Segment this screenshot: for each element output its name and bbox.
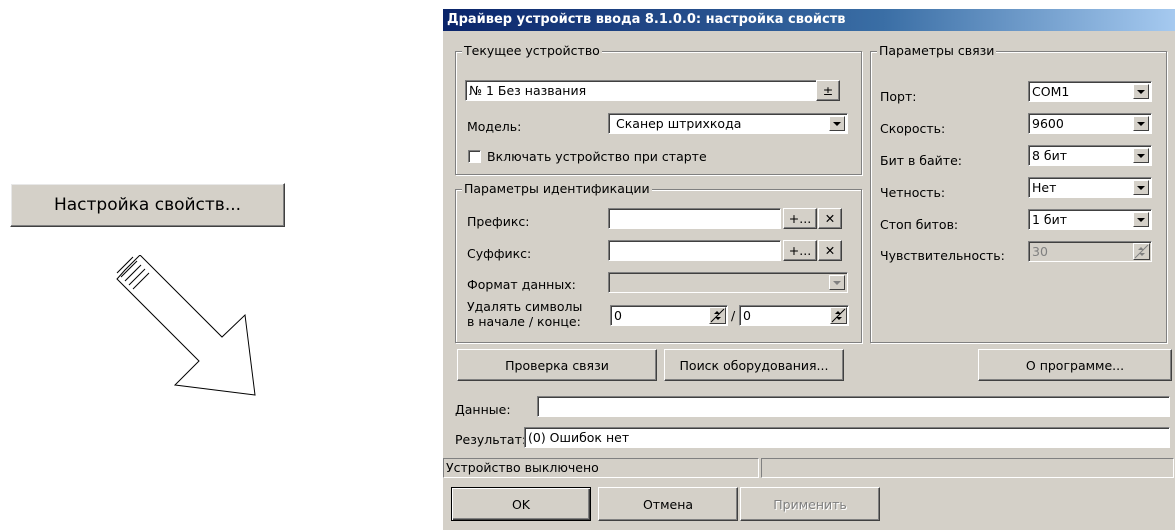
model-select[interactable]: Сканер штрихкода	[608, 113, 848, 134]
port-select[interactable]: COM1	[1028, 81, 1152, 102]
speed-select[interactable]: 9600	[1028, 113, 1152, 134]
speed-label: Скорость:	[880, 121, 946, 136]
bits-select-value: 8 бит	[1032, 148, 1068, 163]
chevron-down-icon[interactable]	[1133, 212, 1149, 227]
spin-updown-icon[interactable]	[830, 307, 847, 324]
stopbits-select[interactable]: 1 бит	[1028, 209, 1152, 230]
parity-label: Четность:	[880, 185, 946, 200]
sensitivity-label: Чувствительность:	[880, 248, 1005, 263]
port-select-value: COM1	[1032, 84, 1070, 99]
strip-separator: /	[731, 308, 736, 323]
status-bar-secondary	[761, 458, 1174, 478]
strip-chars-label-line1: Удалять символы	[467, 299, 583, 314]
spin-updown-icon[interactable]	[1133, 243, 1150, 260]
chevron-down-icon[interactable]	[1133, 180, 1149, 195]
stopbits-label: Стоп битов:	[880, 217, 959, 232]
suffix-label: Суффикс:	[467, 246, 532, 261]
apply-button[interactable]: Применить	[740, 487, 880, 521]
status-text: Устройство выключено	[446, 460, 599, 475]
result-field[interactable]: (0) Ошибок нет	[524, 427, 1170, 448]
search-hardware-button[interactable]: Поиск оборудования...	[664, 349, 844, 381]
strip-chars-label-line2: в начале / конце:	[467, 314, 581, 329]
dialog-title: Драйвер устройств ввода 8.1.0.0: настрой…	[443, 9, 1175, 31]
parity-select-value: Нет	[1032, 180, 1057, 195]
device-select-value: № 1 Без названия	[469, 83, 587, 98]
chevron-down-icon[interactable]	[829, 275, 845, 290]
prefix-input[interactable]	[608, 208, 781, 229]
model-select-value: Сканер штрихкода	[616, 116, 742, 131]
strip-end-value: 0	[743, 308, 751, 323]
model-label: Модель:	[467, 119, 522, 134]
chevron-down-icon[interactable]	[829, 116, 845, 131]
strip-end-spinner[interactable]: 0	[739, 305, 849, 326]
device-select[interactable]: № 1 Без названия	[465, 80, 835, 101]
chevron-down-icon[interactable]	[1133, 148, 1149, 163]
suffix-clear-button[interactable]: ✕	[818, 240, 842, 261]
data-field[interactable]	[537, 396, 1170, 417]
cancel-button[interactable]: Отмена	[598, 487, 738, 521]
sensitivity-value: 30	[1032, 244, 1048, 259]
port-label: Порт:	[880, 89, 917, 104]
add-remove-device-button[interactable]: ±	[816, 80, 840, 101]
big-outline-arrow-down-right-icon	[116, 255, 256, 396]
parity-select[interactable]: Нет	[1028, 177, 1152, 198]
sensitivity-spinner[interactable]: 30	[1028, 241, 1152, 262]
spin-updown-icon[interactable]	[709, 307, 726, 324]
bits-select[interactable]: 8 бит	[1028, 145, 1152, 166]
speed-select-value: 9600	[1032, 116, 1064, 131]
settings-dialog: Драйвер устройств ввода 8.1.0.0: настрой…	[442, 8, 1175, 530]
strip-start-value: 0	[614, 308, 622, 323]
check-connection-button[interactable]: Проверка связи	[457, 349, 657, 381]
status-bar-device: Устройство выключено	[443, 458, 759, 478]
connection-group-title: Параметры связи	[877, 43, 997, 59]
result-label: Результат:	[455, 432, 527, 447]
ok-button[interactable]: OK	[451, 487, 591, 521]
suffix-add-button[interactable]: +...	[783, 240, 817, 261]
identification-group-title: Параметры идентификации	[462, 181, 652, 197]
suffix-input[interactable]	[608, 240, 781, 261]
chevron-down-icon[interactable]	[1133, 84, 1149, 99]
data-format-select[interactable]	[608, 272, 848, 293]
about-button[interactable]: О программе...	[978, 349, 1172, 381]
prefix-label: Префикс:	[467, 214, 530, 229]
strip-start-spinner[interactable]: 0	[610, 305, 728, 326]
prefix-clear-button[interactable]: ✕	[818, 208, 842, 229]
stopbits-select-value: 1 бит	[1032, 212, 1068, 227]
data-label: Данные:	[455, 402, 511, 417]
chevron-down-icon[interactable]	[1133, 116, 1149, 131]
result-field-value: (0) Ошибок нет	[528, 430, 630, 445]
settings-properties-button[interactable]: Настройка свойств...	[10, 183, 285, 227]
startup-checkbox-label[interactable]: Включать устройство при старте	[487, 149, 707, 165]
data-format-label: Формат данных:	[467, 277, 576, 292]
bits-label: Бит в байте:	[880, 153, 962, 168]
current-device-group-title: Текущее устройство	[462, 43, 602, 59]
startup-checkbox[interactable]	[468, 150, 481, 163]
prefix-add-button[interactable]: +...	[783, 208, 817, 229]
